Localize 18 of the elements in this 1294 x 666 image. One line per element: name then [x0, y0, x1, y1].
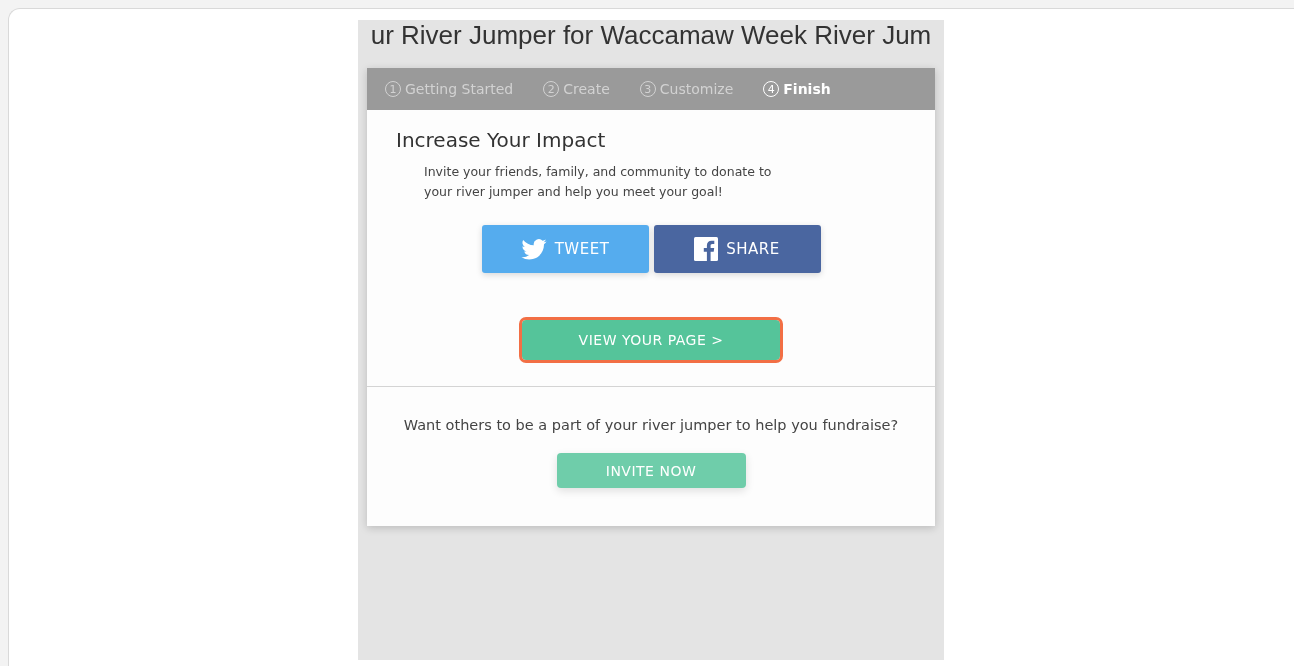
- step-tab[interactable]: 4 Finish: [763, 81, 831, 97]
- invite-button[interactable]: INVITE NOW: [556, 453, 746, 488]
- view-page-button[interactable]: VIEW YOUR PAGE >: [522, 320, 780, 360]
- page-title: ur River Jumper for Waccamaw Week River Jum: [370, 20, 932, 52]
- invite-question: Want others to be a part of your river jumper to help you fundraise?: [403, 417, 899, 433]
- step-tab[interactable]: 3 Customize: [639, 81, 734, 97]
- step-tab[interactable]: 2 Create: [543, 81, 610, 97]
- step-label: Finish: [783, 81, 831, 97]
- step-tab[interactable]: 1 Getting Started: [385, 81, 514, 97]
- f-logo-icon: [694, 237, 719, 261]
- step-label: Getting Started: [405, 81, 514, 97]
- step-label: Customize: [659, 81, 734, 97]
- tweet-button[interactable]: TWEET: [481, 225, 649, 273]
- bird-icon: [520, 238, 547, 260]
- step-label: Create: [563, 81, 610, 97]
- section-heading: Increase Your Impact: [396, 128, 606, 152]
- invite-description: Invite your friends, family, and community to donate to your river jumper and help you meet your goal!: [424, 163, 773, 201]
- share-button[interactable]: SHARE: [653, 225, 821, 273]
